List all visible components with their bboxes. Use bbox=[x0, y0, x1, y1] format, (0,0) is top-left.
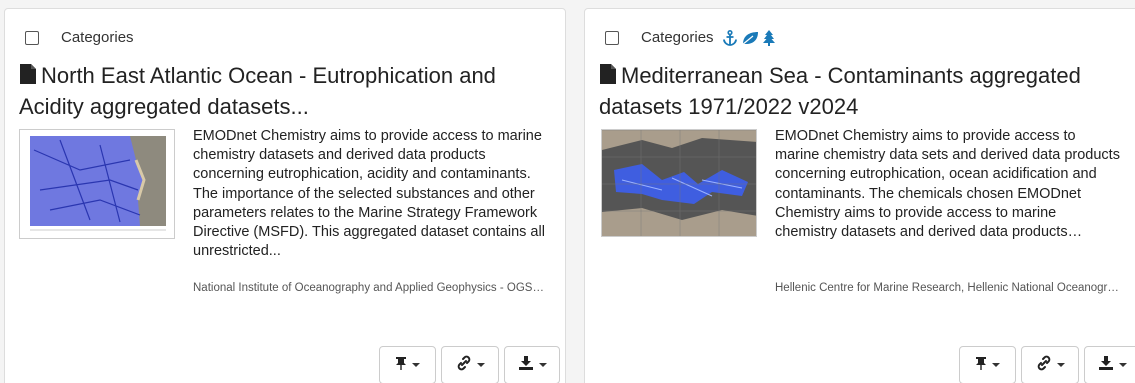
pin-menu-button[interactable] bbox=[959, 346, 1016, 383]
chevron-down-icon bbox=[1056, 363, 1065, 367]
result-card: Categories North East Atlantic Ocean - E… bbox=[4, 8, 566, 383]
record-description: EMODnet Chemistry aims to provide access… bbox=[193, 128, 545, 260]
pin-menu-button[interactable] bbox=[379, 346, 436, 383]
download-icon bbox=[518, 355, 534, 375]
chevron-down-icon bbox=[538, 363, 547, 367]
card-actions bbox=[959, 346, 1135, 383]
download-icon bbox=[1098, 355, 1114, 375]
document-icon bbox=[599, 63, 617, 92]
leaf-icon bbox=[741, 30, 762, 46]
record-organization: National Institute of Oceanography and A… bbox=[193, 282, 545, 294]
record-thumbnail[interactable] bbox=[601, 129, 757, 237]
chevron-down-icon bbox=[992, 363, 1000, 367]
link-menu-button[interactable] bbox=[441, 346, 499, 383]
record-description: EMODnet Chemistry aims to provide access… bbox=[775, 128, 1120, 241]
select-checkbox[interactable] bbox=[25, 30, 39, 45]
download-menu-button[interactable] bbox=[504, 346, 560, 383]
document-icon bbox=[19, 63, 37, 92]
link-menu-button[interactable] bbox=[1021, 346, 1079, 383]
record-thumbnail[interactable] bbox=[19, 129, 175, 239]
categories-row: Categories bbox=[25, 29, 134, 46]
categories-label: Categories bbox=[641, 29, 714, 46]
record-title-text[interactable]: Mediterranean Sea - Contaminants aggrega… bbox=[599, 63, 1081, 119]
record-title-text[interactable]: North East Atlantic Ocean - Eutrophicati… bbox=[19, 63, 496, 119]
link-icon bbox=[1036, 355, 1052, 376]
chevron-down-icon bbox=[1118, 363, 1127, 367]
download-menu-button[interactable] bbox=[1084, 346, 1135, 383]
categories-label: Categories bbox=[61, 29, 134, 46]
tree-icon bbox=[762, 29, 779, 46]
chevron-down-icon bbox=[412, 363, 420, 367]
anchor-icon bbox=[722, 29, 741, 46]
record-organization: Hellenic Centre for Marine Research, Hel… bbox=[775, 282, 1121, 294]
pin-icon bbox=[395, 356, 407, 375]
category-icons bbox=[722, 29, 779, 46]
chevron-down-icon bbox=[476, 363, 485, 367]
link-icon bbox=[456, 355, 472, 376]
record-title[interactable]: Mediterranean Sea - Contaminants aggrega… bbox=[599, 61, 1119, 121]
results-grid: Categories North East Atlantic Ocean - E… bbox=[0, 0, 1135, 383]
pin-icon bbox=[975, 356, 987, 375]
record-title[interactable]: North East Atlantic Ocean - Eutrophicati… bbox=[19, 61, 539, 121]
card-actions bbox=[379, 346, 565, 383]
select-checkbox[interactable] bbox=[605, 30, 619, 45]
categories-row: Categories bbox=[605, 29, 779, 46]
result-card: Categories Mediterranean Sea - Contamina… bbox=[584, 8, 1135, 383]
